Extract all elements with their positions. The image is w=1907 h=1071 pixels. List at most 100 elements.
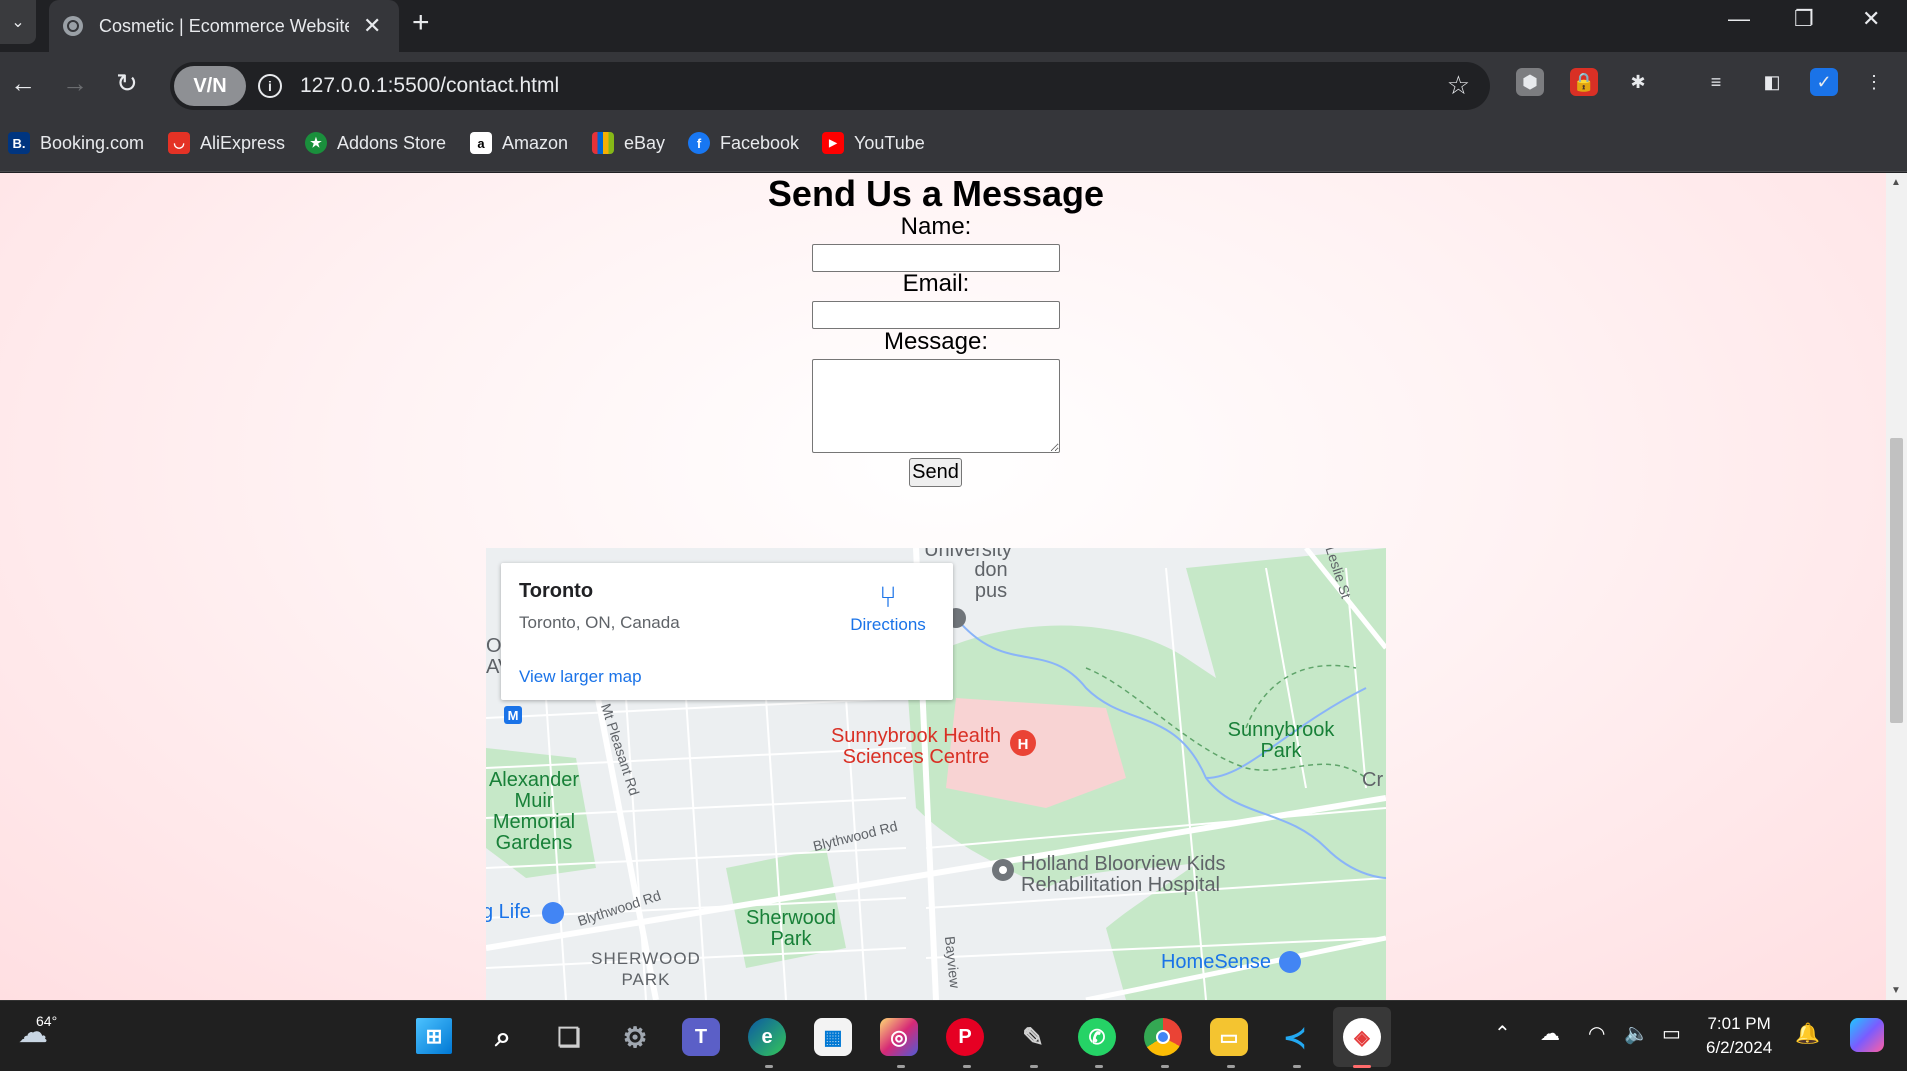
map-label-sherwood-park: Sherwood Park xyxy=(745,907,837,950)
facebook-icon: f xyxy=(688,132,710,154)
addons-icon: ★ xyxy=(305,132,327,154)
send-button[interactable]: Send xyxy=(909,458,962,487)
edge-icon[interactable]: e xyxy=(748,1018,786,1056)
scroll-thumb[interactable] xyxy=(1890,438,1903,723)
chevron-down-icon: ⌄ xyxy=(11,14,25,31)
chrome-icon[interactable] xyxy=(1144,1018,1182,1056)
email-label: Email: xyxy=(902,270,970,297)
bookmark-amazon[interactable]: a Amazon xyxy=(470,132,568,154)
bookmark-aliexpress[interactable]: ◡ AliExpress xyxy=(168,132,285,154)
message-textarea[interactable] xyxy=(812,359,1060,453)
bookmark-star-icon[interactable]: ☆ xyxy=(1447,70,1470,101)
running-indicator xyxy=(1293,1065,1301,1068)
tab-search-button[interactable]: ⌄ xyxy=(0,0,36,44)
chevron-up-icon[interactable]: ⌃ xyxy=(1494,1021,1511,1046)
directions-icon: ⑂ xyxy=(879,581,897,614)
booking-icon: B. xyxy=(8,132,30,154)
name-label: Name: xyxy=(900,213,972,240)
windows-start-icon[interactable]: ⊞ xyxy=(416,1018,452,1054)
clock-date: 6/2/2024 xyxy=(1706,1038,1773,1057)
copilot-icon[interactable] xyxy=(1850,1018,1884,1052)
forward-button[interactable]: → xyxy=(62,68,88,99)
running-indicator xyxy=(765,1065,773,1068)
more-menu-icon[interactable]: ⋮ xyxy=(1860,68,1888,96)
embedded-map[interactable]: H M University don pus ON AV Sunnybrook … xyxy=(486,548,1386,1000)
bookmark-booking[interactable]: B. Booking.com xyxy=(8,132,144,154)
new-tab-button[interactable]: + xyxy=(412,6,430,40)
map-label-sunnybrook-park: Sunnybrook Park xyxy=(1227,719,1335,762)
map-info-card: Toronto Toronto, ON, Canada View larger … xyxy=(501,563,953,700)
view-larger-map-link[interactable]: View larger map xyxy=(519,667,642,687)
address-bar[interactable]: V/N i 127.0.0.1:5500/contact.html ☆ xyxy=(170,62,1490,110)
back-button[interactable]: ← xyxy=(10,68,36,99)
scroll-down-icon[interactable]: ▼ xyxy=(1891,985,1901,996)
bookmark-facebook[interactable]: f Facebook xyxy=(688,132,799,154)
map-label-holland-bloorview: Holland Bloorview Kids Rehabilitation Ho… xyxy=(1021,853,1226,896)
vpn-button[interactable]: V/N xyxy=(174,66,246,106)
reload-button[interactable]: ↻ xyxy=(116,68,138,99)
checkmark-extension-icon[interactable]: ✓ xyxy=(1810,68,1838,96)
wifi-icon[interactable]: ◠ xyxy=(1588,1021,1605,1046)
running-indicator xyxy=(963,1065,971,1068)
lock-extension-icon[interactable]: 🔒 xyxy=(1570,68,1598,96)
whatsapp-icon[interactable]: ✆ xyxy=(1078,1018,1116,1056)
browser-toolbar: ← → ↻ V/N i 127.0.0.1:5500/contact.html … xyxy=(0,52,1907,120)
directions-label: Directions xyxy=(850,615,926,634)
globe-icon xyxy=(63,16,83,36)
media-control-icon[interactable]: ≡ xyxy=(1702,68,1730,96)
message-label: Message: xyxy=(883,328,989,355)
vpn-app-icon[interactable]: ◈ xyxy=(1343,1018,1381,1056)
bookmark-youtube[interactable]: ▶ YouTube xyxy=(822,132,925,154)
bookmark-ebay[interactable]: eBay xyxy=(592,132,665,154)
tab-active[interactable]: Cosmetic | Ecommerce Website ✕ xyxy=(49,0,399,52)
map-label-alexander-muir: Alexander Muir Memorial Gardens xyxy=(488,769,580,854)
clock-time: 7:01 PM xyxy=(1707,1014,1771,1033)
weather-temp: 64° xyxy=(36,1013,58,1029)
notification-bell-icon[interactable]: 🔔 xyxy=(1795,1021,1820,1046)
teams-icon[interactable]: T xyxy=(682,1018,720,1056)
running-indicator xyxy=(1030,1065,1038,1068)
close-icon[interactable]: ✕ xyxy=(363,13,381,39)
name-input[interactable] xyxy=(812,244,1060,272)
directions-button[interactable]: ⑂ Directions xyxy=(843,581,933,635)
settings-gear-icon[interactable]: ⚙ xyxy=(616,1018,654,1056)
email-input[interactable] xyxy=(812,301,1060,329)
svg-text:M: M xyxy=(508,708,519,723)
amazon-icon: a xyxy=(470,132,492,154)
store-icon[interactable]: ▦ xyxy=(814,1018,852,1056)
pinterest-icon[interactable]: P xyxy=(946,1018,984,1056)
vscode-icon[interactable]: ≺ xyxy=(1276,1018,1314,1056)
map-card-subtitle: Toronto, ON, Canada xyxy=(519,613,680,632)
shield-extension-icon[interactable]: ⬢ xyxy=(1516,68,1544,96)
map-label-campus: don pus xyxy=(974,559,1008,602)
file-explorer-icon[interactable]: ▭ xyxy=(1210,1018,1248,1056)
scroll-up-icon[interactable]: ▲ xyxy=(1891,177,1901,188)
restore-button[interactable]: ❐ xyxy=(1794,6,1814,32)
running-indicator-active xyxy=(1353,1065,1371,1068)
volume-icon[interactable]: 🔈 xyxy=(1624,1021,1649,1046)
task-view-icon[interactable]: ❏ xyxy=(550,1018,588,1056)
running-indicator xyxy=(1095,1065,1103,1068)
running-indicator xyxy=(1227,1065,1235,1068)
side-panel-icon[interactable]: ◧ xyxy=(1758,68,1786,96)
clock[interactable]: 7:01 PM 6/2/2024 xyxy=(1706,1012,1772,1060)
bookmarks-bar: B. Booking.com ◡ AliExpress ★ Addons Sto… xyxy=(0,120,1907,172)
page-title: Send Us a Message xyxy=(767,173,1105,214)
aliexpress-icon: ◡ xyxy=(168,132,190,154)
map-label-homesense: HomeSense xyxy=(1160,951,1272,973)
info-icon[interactable]: i xyxy=(258,74,282,98)
minimize-button[interactable]: — xyxy=(1728,6,1750,32)
map-label-cr: Cr xyxy=(1362,769,1384,791)
search-icon[interactable]: ⌕ xyxy=(484,1018,522,1056)
battery-icon[interactable]: ▭ xyxy=(1662,1021,1681,1046)
onedrive-cloud-icon[interactable]: ☁ xyxy=(1540,1021,1560,1046)
bookmark-addons-store[interactable]: ★ Addons Store xyxy=(305,132,446,154)
window-close-button[interactable]: ✕ xyxy=(1862,6,1880,32)
tab-strip: ⌄ Cosmetic | Ecommerce Website ✕ + — ❐ ✕ xyxy=(0,0,1907,52)
gimp-icon[interactable]: ✎ xyxy=(1014,1018,1052,1056)
page-scrollbar[interactable]: ▲ ▼ xyxy=(1886,173,1907,1000)
extensions-puzzle-icon[interactable]: ✱ xyxy=(1624,68,1652,96)
instagram-icon[interactable]: ◎ xyxy=(880,1018,918,1056)
url-text[interactable]: 127.0.0.1:5500/contact.html xyxy=(300,74,559,98)
weather-widget[interactable]: ☁ 64° xyxy=(18,1013,57,1050)
